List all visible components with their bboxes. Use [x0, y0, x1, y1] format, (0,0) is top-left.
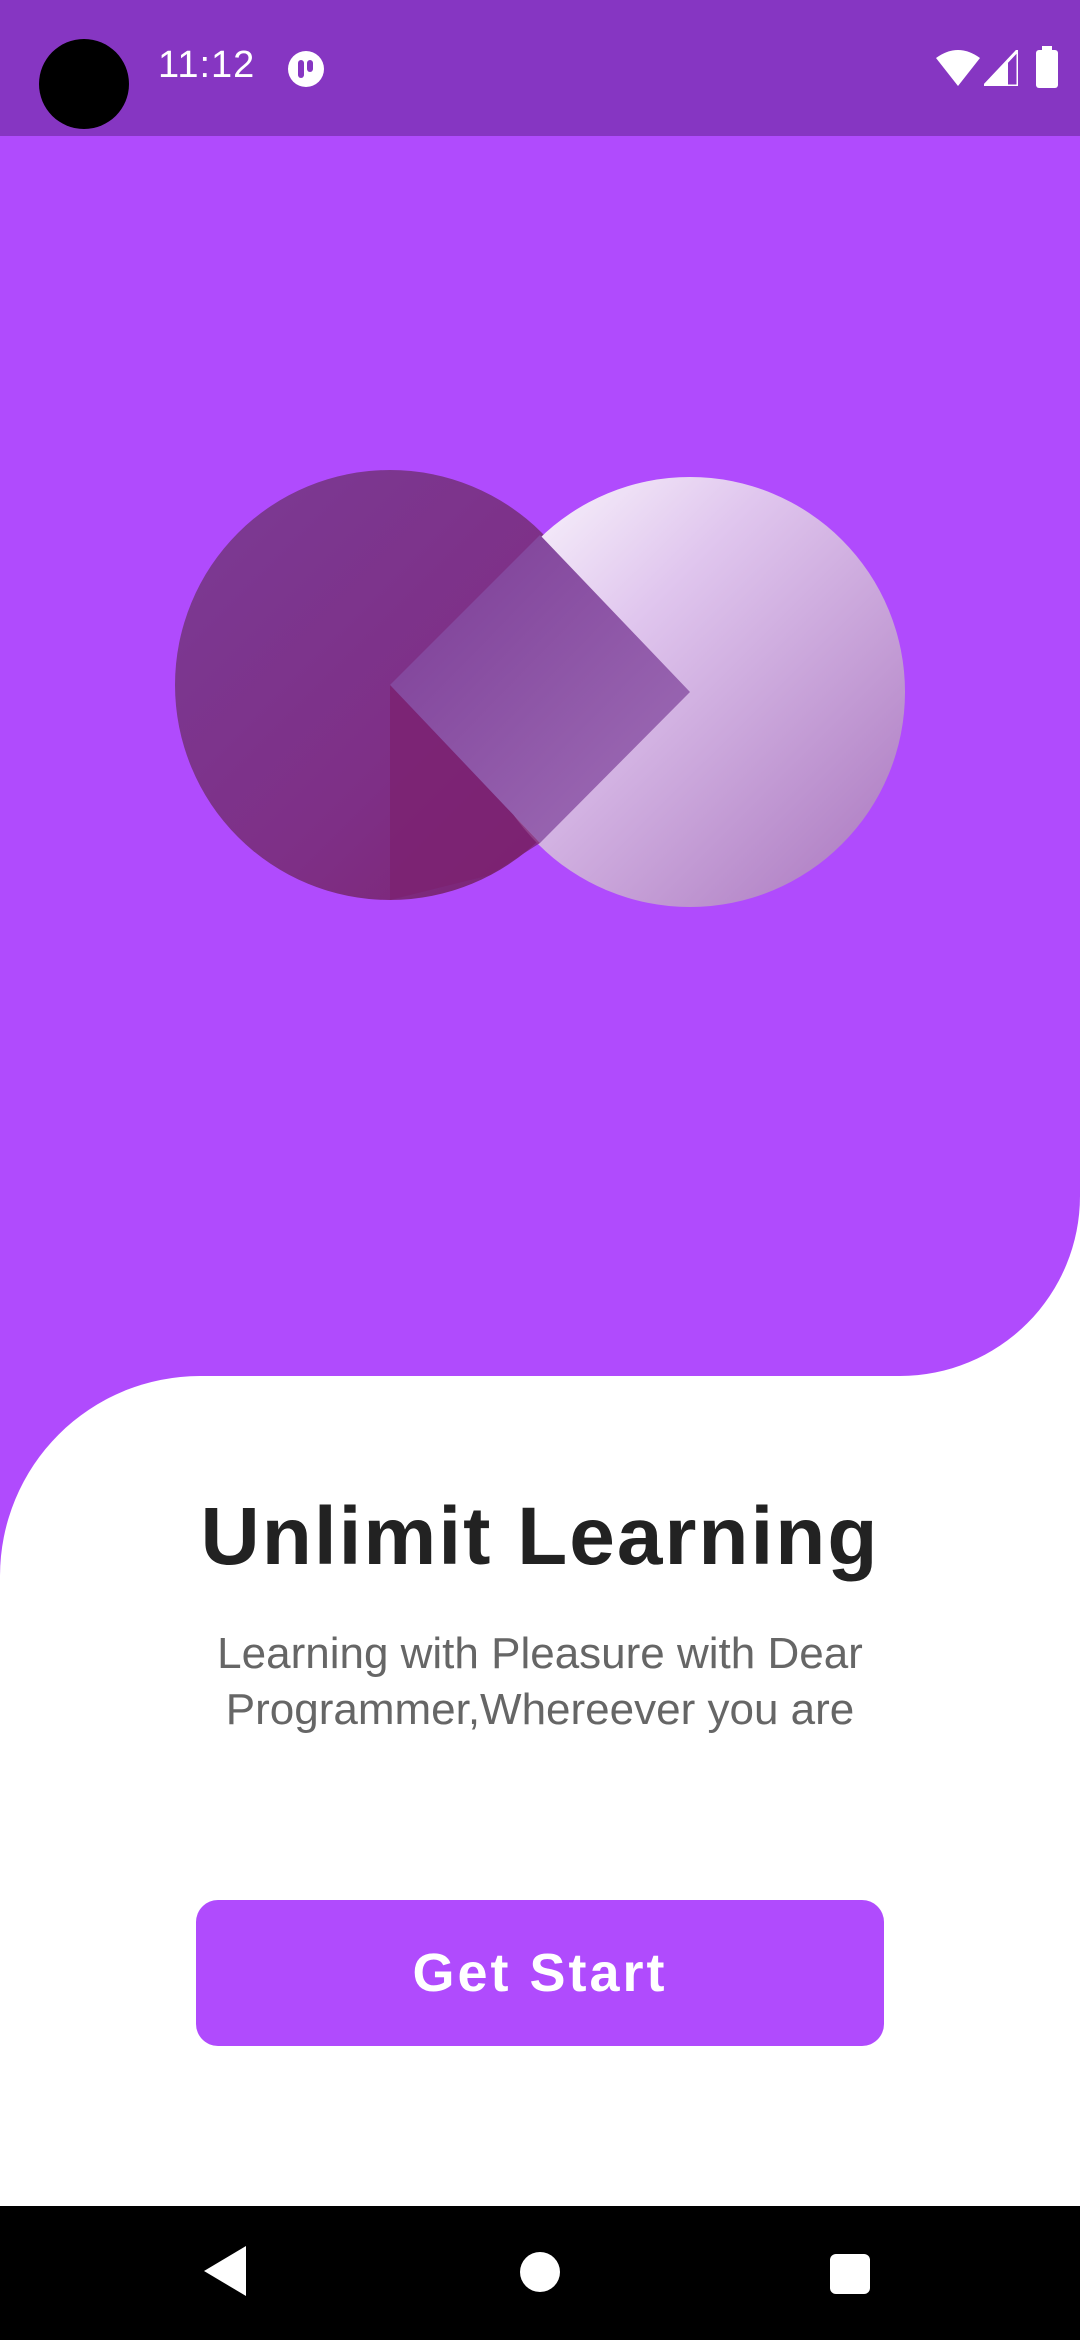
subtitle-line-2: Programmer,Whereever you are [225, 1685, 855, 1734]
back-icon[interactable] [204, 2246, 246, 2296]
page-title: Unlimit Learning [200, 1491, 880, 1582]
get-start-button[interactable]: Get Start [196, 1900, 884, 2046]
notification-icon [288, 51, 324, 87]
subtitle: Learning with Pleasure with Dear Program… [150, 1626, 930, 1738]
status-bar: 11:12 [0, 0, 1080, 136]
signal-icon [984, 50, 1018, 86]
camera-cutout [39, 39, 129, 129]
recents-icon[interactable] [830, 2254, 870, 2294]
battery-icon [1036, 46, 1058, 88]
navigation-bar [0, 2206, 1080, 2340]
home-icon[interactable] [520, 2252, 560, 2292]
wifi-icon [936, 50, 980, 86]
status-time: 11:12 [158, 44, 256, 86]
infinity-logo-icon [175, 470, 905, 907]
subtitle-line-1: Learning with Pleasure with Dear [217, 1629, 863, 1678]
